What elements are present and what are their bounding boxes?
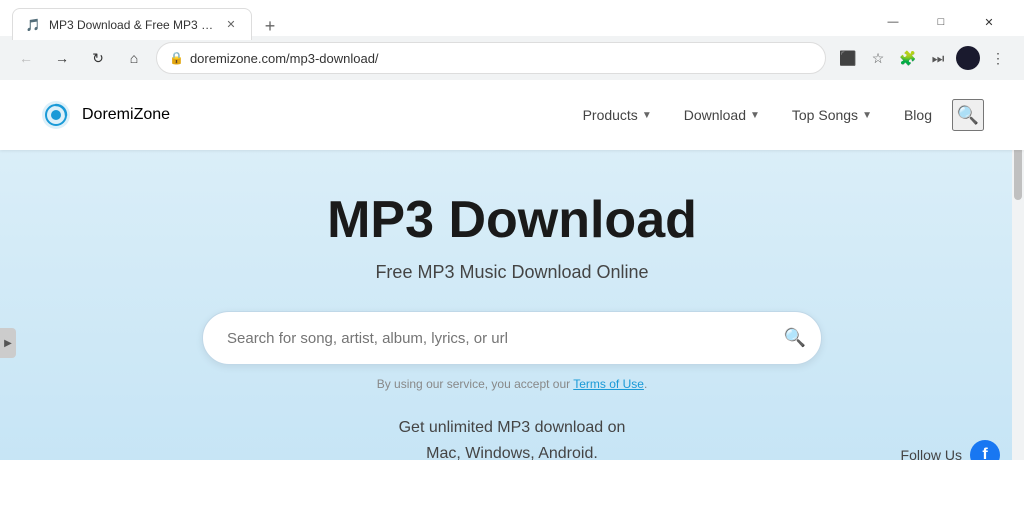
download-chevron-icon: ▼ [750, 110, 760, 121]
bookmark-button[interactable]: ☆ [864, 44, 892, 72]
tab-title: MP3 Download & Free MP3 Mu... [49, 18, 215, 32]
menu-button[interactable]: ⋮ [984, 44, 1012, 72]
promo-text: Get unlimited MP3 download on Mac, Windo… [399, 415, 626, 460]
nav-download[interactable]: Download ▼ [672, 99, 772, 131]
nav-blog[interactable]: Blog [892, 99, 944, 131]
hero-subtitle: Free MP3 Music Download Online [375, 262, 648, 283]
window-controls: ― □ ✕ [870, 8, 1012, 36]
back-button[interactable]: ← [12, 44, 40, 72]
title-bar: 🎵 MP3 Download & Free MP3 Mu... ✕ + ― □ … [0, 0, 1024, 36]
products-chevron-icon: ▼ [642, 110, 652, 121]
nav-download-label: Download [684, 107, 746, 123]
nav-top-songs[interactable]: Top Songs ▼ [780, 99, 884, 131]
follow-us-label: Follow Us [901, 447, 962, 460]
tab-favicon: 🎵 [25, 17, 41, 33]
site-logo[interactable]: DoremiZone [40, 99, 170, 131]
logo-icon [40, 99, 72, 131]
search-bar-wrapper: 🔍 [202, 311, 822, 365]
nav-links: Products ▼ Download ▼ Top Songs ▼ Blog 🔍 [571, 99, 984, 131]
nav-blog-label: Blog [904, 107, 932, 123]
promo-line2: Mac, Windows, Android. [426, 445, 598, 460]
terms-link[interactable]: Terms of Use [573, 377, 644, 391]
search-icon: 🔍 [957, 105, 979, 126]
hero-section: MP3 Download Free MP3 Music Download Onl… [0, 150, 1024, 460]
sidebar-arrow-button[interactable]: ▶ [0, 328, 16, 358]
search-input[interactable] [202, 311, 822, 365]
home-button[interactable]: ⌂ [120, 44, 148, 72]
browser-chrome: 🎵 MP3 Download & Free MP3 Mu... ✕ + ― □ … [0, 0, 1024, 80]
toolbar-icons: ⬛ ☆ 🧩 ⏭ ⋮ [834, 44, 1012, 72]
new-tab-button[interactable]: + [256, 12, 284, 40]
top-songs-chevron-icon: ▼ [862, 110, 872, 121]
url-text: doremizone.com/mp3-download/ [190, 51, 813, 66]
forward-button[interactable]: → [48, 44, 76, 72]
nav-products-label: Products [583, 107, 638, 123]
cast-button[interactable]: ⬛ [834, 44, 862, 72]
site-nav: DoremiZone Products ▼ Download ▼ Top Son… [0, 80, 1024, 150]
media-icon: ⏭ [932, 50, 945, 67]
address-bar-row: ← → ↻ ⌂ 🔒 doremizone.com/mp3-download/ ⬛… [0, 36, 1024, 80]
nav-products[interactable]: Products ▼ [571, 99, 664, 131]
media-control-button[interactable]: ⏭ [924, 44, 952, 72]
hero-title: MP3 Download [327, 190, 697, 250]
terms-text: By using our service, you accept our Ter… [377, 377, 648, 391]
close-button[interactable]: ✕ [966, 8, 1012, 36]
extensions-button[interactable]: 🧩 [894, 44, 922, 72]
minimize-button[interactable]: ― [870, 8, 916, 36]
logo-text: DoremiZone [82, 106, 170, 124]
terms-end: . [644, 377, 647, 391]
active-tab[interactable]: 🎵 MP3 Download & Free MP3 Mu... ✕ [12, 8, 252, 40]
security-lock-icon: 🔒 [169, 51, 184, 65]
search-submit-button[interactable]: 🔍 [784, 328, 806, 349]
search-submit-icon: 🔍 [784, 328, 806, 348]
reload-button[interactable]: ↻ [84, 44, 112, 72]
nav-top-songs-label: Top Songs [792, 107, 858, 123]
profile-button[interactable] [954, 44, 982, 72]
terms-prefix: By using our service, you accept our [377, 377, 574, 391]
nav-search-button[interactable]: 🔍 [952, 99, 984, 131]
address-bar[interactable]: 🔒 doremizone.com/mp3-download/ [156, 42, 826, 74]
facebook-button[interactable]: f [970, 440, 1000, 460]
promo-line1: Get unlimited MP3 download on [399, 419, 626, 436]
maximize-button[interactable]: □ [918, 8, 964, 36]
tab-close-button[interactable]: ✕ [223, 17, 239, 33]
profile-avatar [956, 46, 980, 70]
follow-us-section: Follow Us f [901, 440, 1000, 460]
website-content: ▶ DoremiZone Products ▼ Download ▼ Top S… [0, 80, 1024, 460]
